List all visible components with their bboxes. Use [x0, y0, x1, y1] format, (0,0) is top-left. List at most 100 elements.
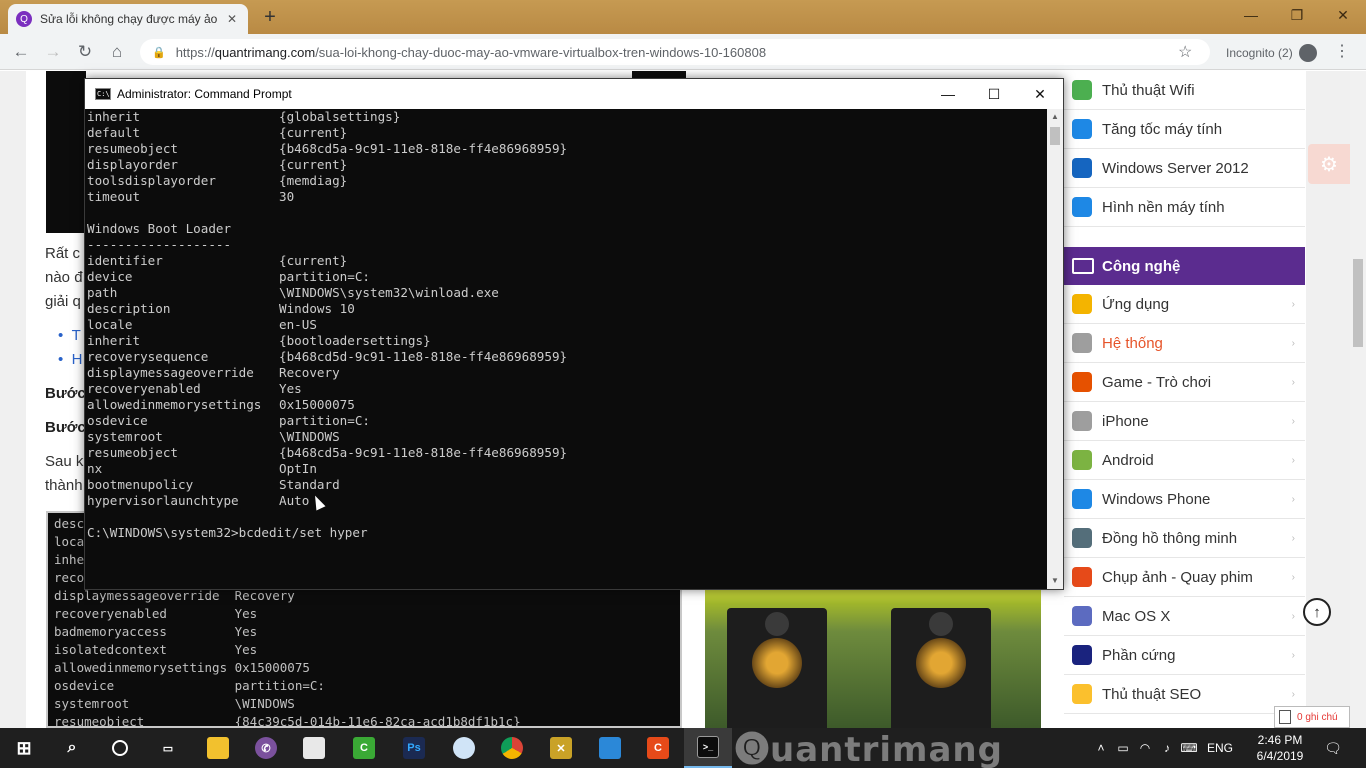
monitor-icon: [1072, 119, 1092, 139]
sidebar-category-item[interactable]: Hệ thống ›: [1064, 324, 1305, 363]
cmd-key: C:\WINDOWS\system32>bcdedit/set hyper: [87, 525, 368, 540]
taskbar-camtasia[interactable]: C: [340, 728, 388, 768]
cmd-close-button[interactable]: ✕: [1017, 79, 1063, 109]
language-indicator[interactable]: ENG: [1200, 741, 1240, 755]
sidebar-link[interactable]: Windows Server 2012: [1064, 149, 1305, 188]
cmd-maximize-button[interactable]: ☐: [971, 79, 1017, 109]
tab-close-icon[interactable]: ✕: [224, 12, 240, 26]
incognito-indicator[interactable]: Incognito (2): [1226, 44, 1317, 62]
camera-icon: [1072, 567, 1092, 587]
browser-restore-button[interactable]: ❐: [1274, 0, 1320, 30]
browser-minimize-button[interactable]: —: [1228, 0, 1274, 30]
camtasia-icon: C: [353, 737, 375, 759]
cmd-key: nx: [87, 461, 103, 476]
taskbar-tool-app[interactable]: ✕: [537, 728, 585, 768]
bookmark-star-icon[interactable]: ☆: [1178, 42, 1192, 62]
article-bullet-link[interactable]: • H: [58, 351, 82, 368]
seo-icon: [1072, 684, 1092, 704]
wifi-tray-icon[interactable]: ◠: [1134, 741, 1156, 755]
sidebar-category-item[interactable]: Chụp ảnh - Quay phim ›: [1064, 558, 1305, 597]
taskbar-photoshop[interactable]: Ps: [390, 728, 438, 768]
scroll-up-icon[interactable]: ▲: [1047, 109, 1063, 125]
terminal-line: resumeobject {84c39c5d-014b-11e6-82ca-ac…: [54, 714, 521, 729]
sidebar-category-label: Chụp ảnh - Quay phim: [1102, 568, 1253, 586]
cmd-minimize-button[interactable]: —: [925, 79, 971, 109]
sidebar-category-item[interactable]: Mac OS X ›: [1064, 597, 1305, 636]
home-icon[interactable]: ⌂: [106, 42, 128, 62]
page-scrollbar[interactable]: [1350, 71, 1366, 728]
taskbar-document-app[interactable]: [290, 728, 338, 768]
start-button[interactable]: ⊞: [0, 728, 48, 768]
cmd-output-line: displaymessageoverride Recovery: [87, 365, 340, 381]
scroll-to-top-icon[interactable]: ↑: [1303, 598, 1331, 626]
taskbar-paint-app[interactable]: [440, 728, 488, 768]
gamepad-icon: [1072, 372, 1092, 392]
forward-arrow-icon[interactable]: →: [42, 42, 64, 62]
sidebar-category-item[interactable]: iPhone ›: [1064, 402, 1305, 441]
scroll-down-icon[interactable]: ▼: [1047, 573, 1063, 589]
search-button[interactable]: ⌕: [48, 728, 96, 768]
cortana-button[interactable]: [96, 728, 144, 768]
sidebar-section-cong-nghe[interactable]: Công nghệ: [1064, 247, 1305, 285]
notification-center-icon[interactable]: 🗨: [1322, 728, 1344, 768]
chevron-right-icon: ›: [1291, 532, 1295, 544]
article-text-fragment: thành: [45, 477, 83, 494]
address-bar[interactable]: 🔒 https://quantrimang.com/sua-loi-khong-…: [140, 39, 1210, 65]
terminal-line: isolatedcontext Yes: [54, 642, 258, 657]
sidebar-category-item[interactable]: Đồng hồ thông minh ›: [1064, 519, 1305, 558]
taskbar-chrome[interactable]: [488, 728, 536, 768]
sidebar-category-label: Hệ thống: [1102, 334, 1163, 352]
sidebar-link[interactable]: Thủ thuật Wifi: [1064, 71, 1305, 110]
terminal-line: displaymessageoverride Recovery: [54, 588, 295, 603]
cmd-output-line: timeout 30: [87, 189, 294, 205]
cmd-scrollbar[interactable]: ▲ ▼: [1047, 109, 1063, 589]
sidebar-category-item[interactable]: Ứng dụng ›: [1064, 285, 1305, 324]
tray-chevron-icon[interactable]: ˄: [1090, 741, 1112, 755]
cmd-scroll-thumb[interactable]: [1050, 127, 1060, 145]
taskbar-viber[interactable]: ✆: [242, 728, 290, 768]
taskbar-command-prompt[interactable]: >_: [684, 728, 732, 768]
browser-close-button[interactable]: ✕: [1320, 0, 1366, 30]
browser-tab[interactable]: Q Sửa lỗi không chạy được máy ảo ✕: [8, 4, 248, 34]
chevron-right-icon: ›: [1291, 337, 1295, 349]
cmd-titlebar[interactable]: C:\ Administrator: Command Prompt — ☐ ✕: [85, 79, 1063, 109]
taskbar-remote-app[interactable]: [586, 728, 634, 768]
cmd-value: Standard: [279, 477, 340, 492]
taskbar-clock[interactable]: 2:46 PM 6/4/2019: [1250, 732, 1310, 764]
back-arrow-icon[interactable]: ←: [10, 42, 32, 62]
taskbar-camtasia-recorder[interactable]: C: [634, 728, 682, 768]
command-prompt-window[interactable]: C:\ Administrator: Command Prompt — ☐ ✕ …: [84, 78, 1064, 590]
task-view-button[interactable]: ▭: [144, 728, 192, 768]
speaker-graphic: [727, 608, 827, 728]
reload-icon[interactable]: ↻: [74, 42, 96, 62]
search-icon: ⌕: [67, 739, 77, 756]
settings-gear-icon[interactable]: ⚙: [1308, 144, 1350, 184]
network-icon[interactable]: ▭: [1112, 741, 1134, 755]
taskbar-file-explorer[interactable]: [194, 728, 242, 768]
cmd-value: {b468cd5d-9c91-11e8-818e-ff4e86968959}: [279, 349, 568, 364]
sidebar-category-label: Windows Phone: [1102, 490, 1211, 508]
sidebar-category-item[interactable]: Android ›: [1064, 441, 1305, 480]
browser-menu-icon[interactable]: ⋮: [1334, 41, 1350, 61]
sidebar-link[interactable]: Hình nền máy tính: [1064, 188, 1305, 227]
page-scroll-thumb[interactable]: [1353, 259, 1363, 347]
sidebar-category-item[interactable]: Phần cứng ›: [1064, 636, 1305, 675]
chevron-right-icon: ›: [1291, 649, 1295, 661]
keyboard-icon[interactable]: ⌨: [1178, 741, 1200, 755]
sidebar-category-item[interactable]: Windows Phone ›: [1064, 480, 1305, 519]
cmd-output-line: recoverysequence {b468cd5d-9c91-11e8-818e…: [87, 349, 567, 365]
windows-logo-icon: ⊞: [16, 737, 32, 758]
new-tab-button[interactable]: +: [258, 6, 282, 28]
sidebar-category-label: Đồng hồ thông minh: [1102, 529, 1238, 547]
cmd-output[interactable]: inherit {globalsettings} default {current} r…: [85, 109, 1047, 589]
windows-icon: [1072, 158, 1092, 178]
ad-speaker-image[interactable]: [705, 590, 1041, 728]
clock-time: 2:46 PM: [1257, 733, 1303, 747]
article-bullet-link[interactable]: • T: [58, 327, 81, 344]
sidebar-link[interactable]: Tăng tốc máy tính: [1064, 110, 1305, 149]
sidebar-category-item[interactable]: Game - Trò chơi ›: [1064, 363, 1305, 402]
volume-icon[interactable]: ♪: [1156, 741, 1178, 755]
laptop-icon: [1072, 258, 1094, 274]
sidebar-category-item[interactable]: Thủ thuật SEO ›: [1064, 675, 1305, 714]
note-button[interactable]: 0 ghi chú: [1274, 706, 1350, 728]
